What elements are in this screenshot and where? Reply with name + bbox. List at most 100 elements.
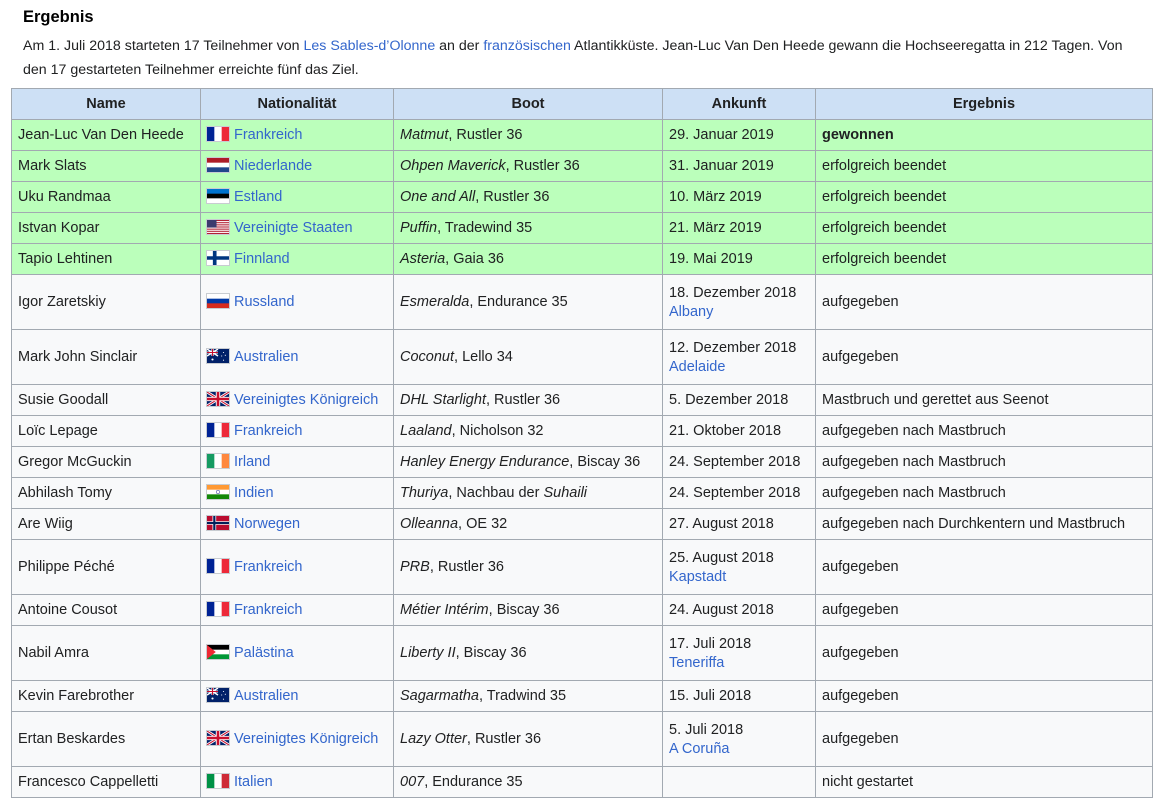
cell-result: aufgegeben	[815, 594, 1153, 626]
cell-name: Gregor McGuckin	[11, 446, 201, 478]
nationality-link[interactable]: Indien	[234, 485, 274, 501]
header-nationality[interactable]: Nationalität	[200, 88, 394, 120]
boat-model: , Lello 34	[454, 349, 513, 365]
cell-boat: Olleanna, OE 32	[393, 508, 663, 540]
header-arrival[interactable]: Ankunft	[662, 88, 816, 120]
cell-nationality: Finnland	[200, 243, 394, 275]
arrival-place-link[interactable]: A Coruña	[669, 741, 809, 757]
table-row: Nabil Amra Palästina Liberty II, Biscay 36…	[11, 625, 1153, 681]
table-row: Jean-Luc Van Den Heede Frankreich Matmut, …	[11, 119, 1153, 151]
intro-paragraph: Am 1. Juli 2018 starteten 17 Teilnehmer …	[23, 34, 1143, 82]
arrival-date: 21. März 2019	[669, 220, 762, 236]
cell-name: Francesco Cappelletti	[11, 766, 201, 798]
cell-boat: Laaland, Nicholson 32	[393, 415, 663, 447]
boat-name: Asteria	[400, 251, 446, 267]
boat-name: Ohpen Maverick	[400, 158, 506, 174]
flag-it-icon	[207, 774, 229, 788]
cell-arrival: 27. August 2018	[662, 508, 816, 540]
table-row: Loïc Lepage Frankreich Laaland, Nicholson …	[11, 415, 1153, 447]
flag-au-icon	[206, 348, 229, 363]
arrival-place-link[interactable]: Teneriffa	[669, 655, 809, 671]
cell-nationality: Irland	[200, 446, 394, 478]
arrival-date: 5. Juli 2018	[669, 721, 744, 738]
nationality-link[interactable]: Australien	[234, 688, 298, 704]
nationality-link[interactable]: Norwegen	[234, 516, 300, 532]
cell-arrival: 25. August 2018 Kapstadt	[662, 539, 816, 595]
nationality-link[interactable]: Vereinigtes Königreich	[234, 731, 378, 747]
header-name[interactable]: Name	[11, 88, 201, 120]
header-boat[interactable]: Boot	[393, 88, 663, 120]
arrival-place-link[interactable]: Albany	[669, 304, 809, 320]
cell-arrival: 12. Dezember 2018 Adelaide	[662, 329, 816, 385]
arrival-date: 24. August 2018	[669, 602, 774, 618]
boat-model-italic: Suhaili	[543, 485, 588, 501]
cell-name: Susie Goodall	[11, 384, 201, 416]
boat-model: , Biscay 36	[488, 602, 560, 618]
table-row: Susie Goodall Vereinigtes Königreich DHL S…	[11, 384, 1153, 416]
cell-name: Mark Slats	[11, 150, 201, 182]
cell-result: erfolgreich beendet	[815, 181, 1153, 213]
nationality-link[interactable]: Australien	[234, 349, 298, 365]
nationality-link[interactable]: Vereinigte Staaten	[234, 220, 353, 236]
table-row: Tapio Lehtinen Finnland Asteria, Gaia 36 19…	[11, 243, 1153, 275]
nationality-link[interactable]: Russland	[234, 294, 294, 310]
arrival-place-link[interactable]: Kapstadt	[669, 569, 809, 585]
cell-boat: Lazy Otter, Rustler 36	[393, 711, 663, 767]
cell-nationality: Frankreich	[200, 594, 394, 626]
table-row: Philippe Péché Frankreich PRB, Rustler 36 2…	[11, 539, 1153, 595]
boat-model: , OE 32	[458, 516, 508, 532]
header-result[interactable]: Ergebnis	[815, 88, 1153, 120]
boat-model: , Rustler 36	[448, 127, 523, 143]
cell-name: Igor Zaretskiy	[11, 274, 201, 330]
cell-boat: Esmeralda, Endurance 35	[393, 274, 663, 330]
nationality-link[interactable]: Niederlande	[234, 158, 312, 174]
nationality-link[interactable]: Estland	[234, 189, 282, 205]
cell-boat: Sagarmatha, Tradwind 35	[393, 680, 663, 712]
cell-boat: Thuriya, Nachbau der Suhaili	[393, 477, 663, 509]
cell-name: Loïc Lepage	[11, 415, 201, 447]
table-header-row: Name Nationalität Boot Ankunft Ergebnis	[11, 88, 1153, 120]
flag-gb-icon	[206, 390, 230, 408]
boat-name: Coconut	[400, 349, 455, 365]
nationality-link[interactable]: Irland	[234, 454, 270, 470]
cell-boat: Métier Intérim, Biscay 36	[393, 594, 663, 626]
boat-name: DHL Starlight	[400, 392, 486, 408]
cell-arrival: 19. Mai 2019	[662, 243, 816, 275]
boat-name: 007	[400, 774, 425, 790]
arrival-date: 24. September 2018	[669, 454, 801, 470]
nationality-link[interactable]: Italien	[234, 774, 273, 790]
boat-name: Thuriya	[400, 485, 449, 501]
nationality-link[interactable]: Frankreich	[234, 127, 303, 143]
nationality-link[interactable]: Frankreich	[234, 423, 303, 439]
flag-fr-icon	[207, 127, 229, 141]
arrival-date: 27. August 2018	[669, 516, 774, 532]
boat-name: PRB	[400, 559, 430, 575]
cell-boat: Puffin, Tradewind 35	[393, 212, 663, 244]
cell-result: aufgegeben	[815, 711, 1153, 767]
arrival-date: 25. August 2018	[669, 549, 774, 566]
intro-link[interactable]: französischen	[483, 38, 571, 54]
flag-fr-icon	[207, 602, 229, 616]
cell-boat: PRB, Rustler 36	[393, 539, 663, 595]
boat-name: Olleanna	[400, 516, 459, 532]
arrival-place-link[interactable]: Adelaide	[669, 359, 809, 375]
cell-nationality: Vereinigtes Königreich	[200, 384, 394, 416]
flag-ru-icon	[207, 294, 229, 308]
nationality-link[interactable]: Finnland	[234, 251, 290, 267]
boat-name: Métier Intérim	[400, 602, 489, 618]
table-row: Mark Slats Niederlande Ohpen Maverick, Rus…	[11, 150, 1153, 182]
nationality-link[interactable]: Vereinigtes Königreich	[234, 392, 378, 408]
intro-link[interactable]: Les Sables-d’Olonne	[304, 38, 436, 54]
cell-nationality: Niederlande	[200, 150, 394, 182]
cell-arrival: 21. März 2019	[662, 212, 816, 244]
arrival-date: 5. Dezember 2018	[669, 392, 789, 408]
arrival-date: 21. Oktober 2018	[669, 423, 782, 439]
nationality-link[interactable]: Frankreich	[234, 559, 303, 575]
boat-model: , Rustler 36	[505, 158, 580, 174]
cell-nationality: Frankreich	[200, 415, 394, 447]
flag-no-icon	[207, 516, 229, 530]
nationality-link[interactable]: Palästina	[234, 645, 294, 661]
table-row: Uku Randmaa Estland One and All, Rustler 3…	[11, 181, 1153, 213]
nationality-link[interactable]: Frankreich	[234, 602, 303, 618]
cell-result: erfolgreich beendet	[815, 212, 1153, 244]
